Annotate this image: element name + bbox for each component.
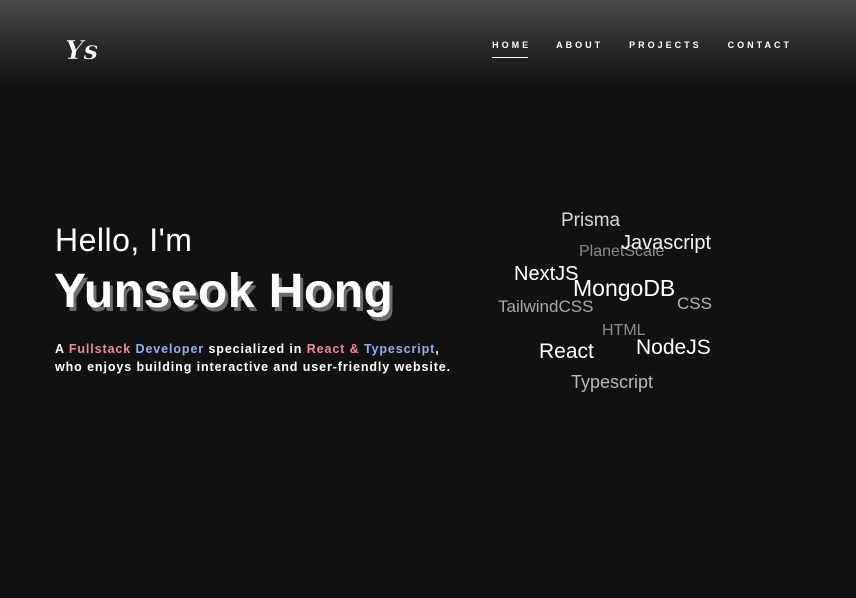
tagline-a: A	[55, 342, 65, 356]
tagline-line-1: A Fullstack Developer specialized in Rea…	[55, 340, 451, 358]
tagline-specialized: specialized in	[208, 342, 303, 356]
skill-nodejs[interactable]: NodeJS	[636, 336, 711, 360]
nav-home[interactable]: HOME	[492, 40, 531, 58]
skill-nextjs[interactable]: NextJS	[514, 263, 578, 286]
tagline-react: React	[306, 342, 346, 356]
hero-tagline: A Fullstack Developer specialized in Rea…	[55, 340, 451, 376]
hero-greeting: Hello, I'm	[55, 222, 193, 258]
main-nav: HOME ABOUT PROJECTS CONTACT	[492, 40, 792, 58]
tagline-comma: ,	[435, 342, 440, 356]
page: Ys HOME ABOUT PROJECTS CONTACT Hello, I'…	[0, 0, 856, 598]
tagline-fullstack: Fullstack	[68, 342, 132, 356]
nav-contact[interactable]: CONTACT	[728, 40, 792, 58]
nav-about[interactable]: ABOUT	[556, 40, 603, 58]
skill-tailwindcss[interactable]: TailwindCSS	[498, 297, 593, 317]
header-bar: Ys HOME ABOUT PROJECTS CONTACT	[0, 0, 856, 92]
logo-icon[interactable]: Ys	[62, 30, 102, 70]
nav-projects[interactable]: PROJECTS	[629, 40, 702, 58]
skill-react[interactable]: React	[539, 340, 594, 364]
svg-text:Ys: Ys	[65, 36, 99, 66]
skill-typescript[interactable]: Typescript	[571, 372, 653, 393]
skill-javascript[interactable]: Javascript	[621, 232, 711, 255]
skill-prisma[interactable]: Prisma	[561, 210, 620, 232]
tagline-amp: &	[349, 342, 360, 356]
tagline-line-2: who enjoys building interactive and user…	[55, 360, 452, 374]
skill-css[interactable]: CSS	[677, 294, 712, 314]
hero-name: Yunseok Hong	[54, 265, 394, 318]
tagline-developer: Developer	[135, 342, 205, 356]
tagline-typescript: Typescript	[363, 342, 436, 356]
skills-word-cloud: Prisma PlanetScale Javascript NextJS Mon…	[470, 200, 750, 400]
